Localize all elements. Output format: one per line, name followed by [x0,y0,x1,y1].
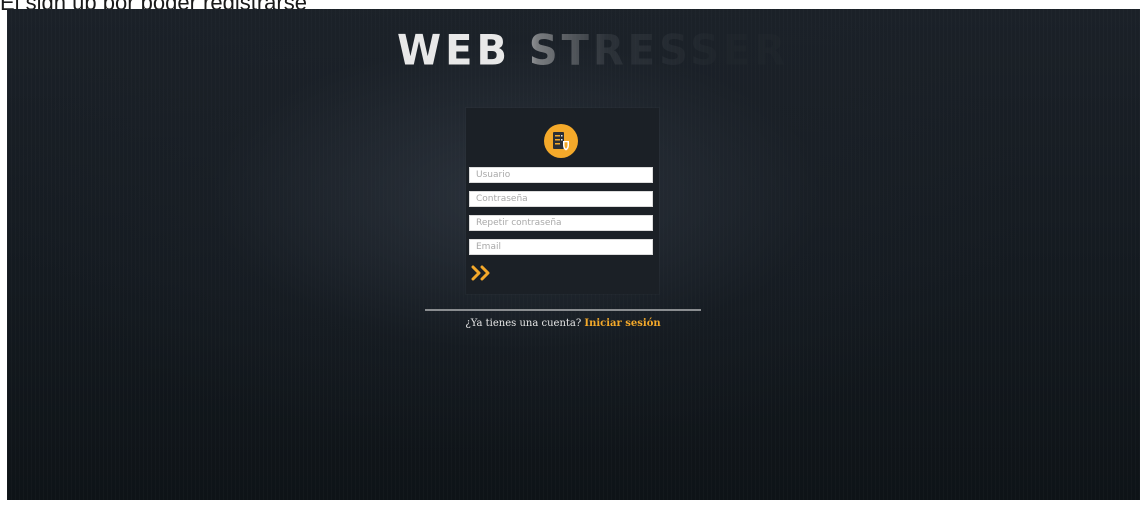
signup-page: WEB STRESSER ¿Ya tien [7,9,1140,500]
site-logo: WEB STRESSER [397,26,790,76]
email-input[interactable] [469,239,653,255]
signin-prompt: ¿Ya tienes una cuenta? Iniciar sesión [425,318,701,329]
repeat-password-input[interactable] [469,215,653,231]
signin-link[interactable]: Iniciar sesión [584,318,660,329]
username-input[interactable] [469,167,653,183]
signup-panel [466,108,659,294]
submit-button[interactable] [469,265,495,283]
divider [425,309,701,311]
signin-question: ¿Ya tienes una cuenta? [465,318,582,329]
server-shield-icon [544,124,578,158]
password-input[interactable] [469,191,653,207]
double-chevron-right-icon [471,265,490,281]
